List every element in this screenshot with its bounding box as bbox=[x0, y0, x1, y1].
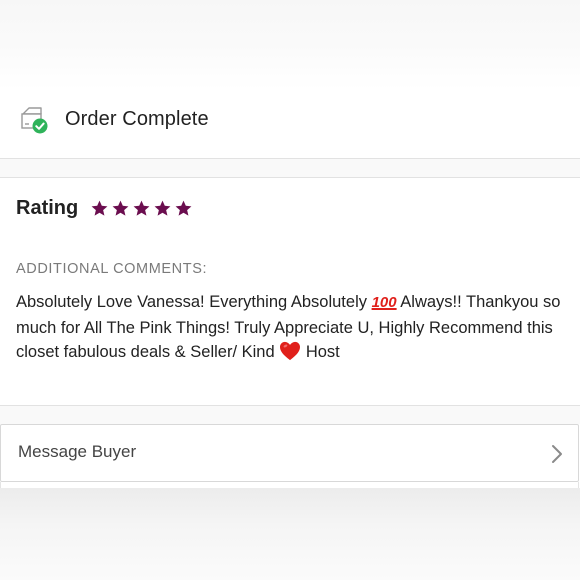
order-status-row: Order Complete bbox=[0, 90, 580, 158]
red-heart-icon bbox=[280, 341, 301, 361]
star-icon bbox=[175, 200, 192, 216]
message-buyer-label: Message Buyer bbox=[18, 442, 137, 461]
star-icon bbox=[112, 200, 129, 216]
top-spacer bbox=[0, 0, 580, 90]
additional-comments-heading: ADDITIONAL COMMENTS: bbox=[16, 261, 208, 277]
order-status-title: Order Complete bbox=[65, 108, 209, 130]
hundred-points-icon: 100 bbox=[371, 294, 397, 311]
star-icon bbox=[91, 200, 108, 216]
rating-row: Rating bbox=[16, 194, 193, 222]
bottom-spacer bbox=[0, 488, 580, 580]
chevron-right-icon bbox=[552, 445, 562, 463]
comment-text-part: Host bbox=[301, 343, 340, 361]
rating-stars bbox=[90, 199, 193, 218]
section-divider bbox=[0, 158, 580, 178]
star-icon bbox=[154, 200, 171, 216]
rating-label: Rating bbox=[16, 196, 79, 219]
package-check-icon bbox=[21, 107, 48, 134]
message-buyer-button[interactable]: Message Buyer bbox=[0, 424, 579, 482]
star-icon bbox=[133, 200, 150, 216]
section-divider bbox=[0, 405, 580, 424]
additional-comments-text: Absolutely Love Vanessa! Everything Abso… bbox=[16, 290, 561, 365]
comment-text-part: Absolutely Love Vanessa! Everything Abso… bbox=[16, 293, 372, 311]
